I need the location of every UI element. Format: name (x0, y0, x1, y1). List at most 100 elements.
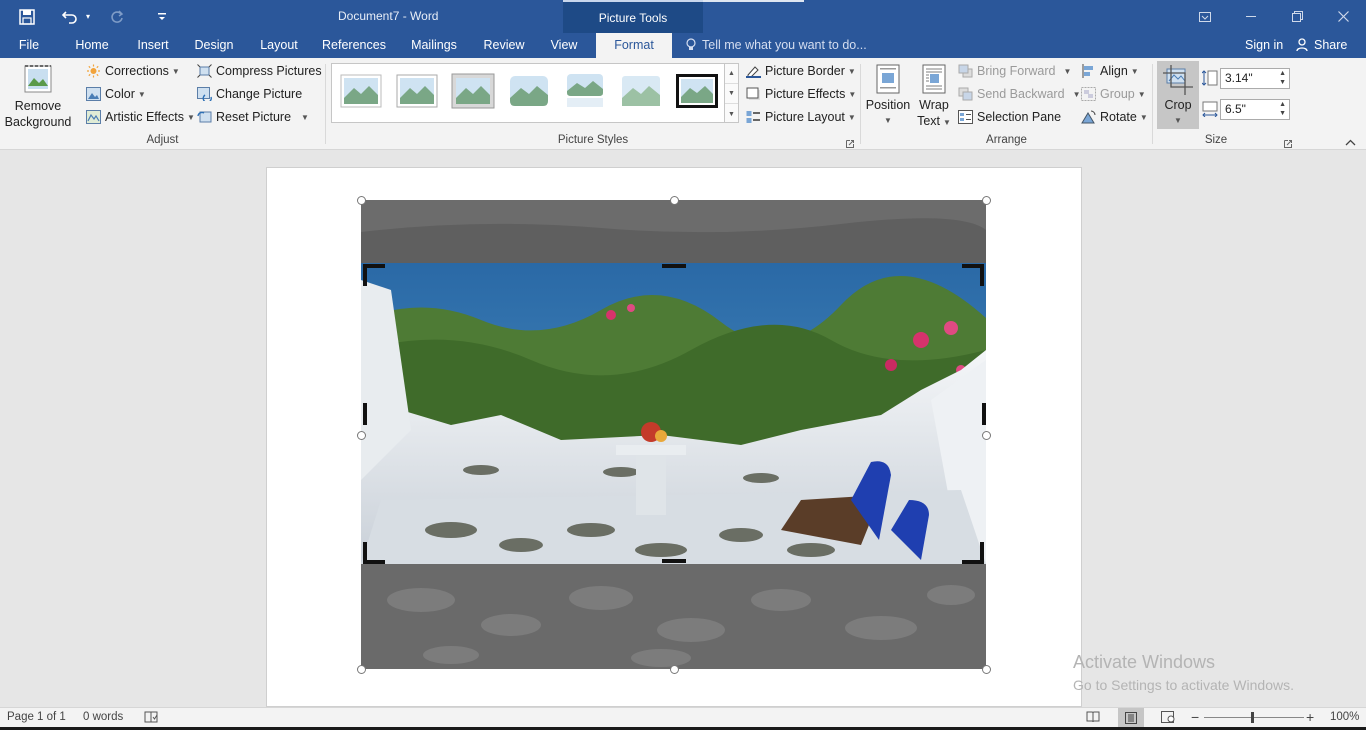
zoom-slider-thumb[interactable] (1251, 712, 1254, 723)
tell-me-box[interactable]: Tell me what you want to do... (686, 33, 867, 58)
size-group-label: Size (1204, 134, 1228, 146)
picture-layout-button[interactable]: Picture Layout ▼ (746, 110, 856, 124)
resize-handle-left[interactable] (357, 431, 366, 440)
crop-handle-top-right[interactable] (962, 264, 984, 286)
resize-handle-top-left[interactable] (357, 196, 366, 205)
reset-picture-label: Reset Picture (216, 110, 292, 124)
proofing-status[interactable] (144, 711, 158, 726)
style-soft-edge[interactable] (619, 73, 663, 109)
sign-in-link[interactable]: Sign in (1245, 33, 1283, 58)
close-button[interactable] (1320, 0, 1366, 33)
picture-border-button[interactable]: Picture Border ▼ (746, 64, 856, 78)
height-spinner[interactable]: ▲ ▼ (1279, 69, 1286, 87)
picture-styles-gallery[interactable] (331, 63, 725, 123)
zoom-in-button[interactable]: + (1306, 709, 1314, 725)
dialog-launcher-icon (846, 140, 854, 148)
page-count[interactable]: Page 1 of 1 (7, 711, 66, 723)
zoom-out-button[interactable]: − (1191, 709, 1199, 725)
gallery-more-button[interactable]: ▼ (725, 104, 738, 124)
shape-height-input[interactable]: 3.14" ▲ ▼ (1220, 68, 1290, 89)
rotate-button[interactable]: Rotate ▼ (1081, 110, 1148, 124)
crop-handle-bottom-right[interactable] (962, 542, 984, 564)
tab-insert[interactable]: Insert (130, 33, 176, 58)
reset-picture-button[interactable]: Reset Picture ▼ (197, 110, 309, 124)
title-bar: ▾ Document7 - Word Picture Tools (0, 0, 1366, 33)
ribbon-display-options-button[interactable] (1182, 0, 1228, 33)
picture-styles-dialog-launcher[interactable] (846, 137, 854, 151)
selection-pane-button[interactable]: Selection Pane (958, 110, 1061, 124)
minimize-button[interactable] (1228, 0, 1274, 33)
resize-handle-bottom-left[interactable] (357, 665, 366, 674)
artistic-effects-button[interactable]: Artistic Effects ▼ (86, 110, 195, 124)
collapse-ribbon-button[interactable] (1345, 135, 1356, 149)
word-count[interactable]: 0 words (83, 711, 123, 723)
align-button[interactable]: Align ▼ (1081, 64, 1139, 78)
gallery-up-button[interactable]: ▲ (725, 64, 738, 84)
tab-references[interactable]: References (318, 33, 390, 58)
save-icon (19, 8, 35, 25)
crop-handle-right[interactable] (982, 403, 986, 425)
share-button[interactable]: Share (1296, 33, 1347, 58)
resize-handle-bottom-right[interactable] (982, 665, 991, 674)
crop-handle-bottom-left[interactable] (363, 542, 385, 564)
send-backward-button[interactable]: Send Backward ▼ (958, 87, 1080, 101)
tab-format[interactable]: Format (596, 33, 672, 58)
position-button[interactable]: Position ▼ (864, 64, 912, 129)
zoom-level[interactable]: 100% (1330, 711, 1359, 723)
restore-button[interactable] (1274, 0, 1320, 33)
width-icon-wrap (1202, 101, 1218, 120)
chevron-up-icon (1345, 139, 1356, 146)
style-reflected[interactable] (563, 73, 607, 109)
crop-handle-top[interactable] (662, 264, 686, 268)
group-button[interactable]: Group ▼ (1081, 87, 1146, 101)
style-thick-black-frame[interactable] (675, 73, 719, 109)
style-metal-frame[interactable] (451, 73, 495, 109)
compress-pictures-button[interactable]: Compress Pictures (197, 64, 322, 78)
resize-handle-right[interactable] (982, 431, 991, 440)
shape-width-value: 6.5" (1225, 102, 1246, 116)
print-layout-icon (1125, 711, 1137, 724)
group-separator (325, 64, 326, 144)
tab-mailings[interactable]: Mailings (404, 33, 464, 58)
change-picture-button[interactable]: Change Picture (197, 87, 302, 101)
undo-button[interactable] (58, 0, 82, 33)
tab-layout[interactable]: Layout (253, 33, 305, 58)
tab-home[interactable]: Home (68, 33, 116, 58)
web-layout-icon (1161, 711, 1175, 723)
print-layout-button[interactable] (1118, 708, 1144, 727)
document-title: Document7 - Word (338, 9, 439, 23)
width-spinner[interactable]: ▲ ▼ (1279, 100, 1286, 118)
send-backward-icon (958, 87, 973, 101)
tab-design[interactable]: Design (188, 33, 240, 58)
remove-background-button[interactable]: Remove Background (4, 64, 72, 130)
picture-effects-button[interactable]: Picture Effects ▼ (746, 87, 856, 101)
web-layout-button[interactable] (1161, 711, 1175, 726)
tab-view[interactable]: View (544, 33, 584, 58)
selected-picture[interactable] (361, 200, 986, 669)
tab-review[interactable]: Review (478, 33, 530, 58)
resize-handle-top-right[interactable] (982, 196, 991, 205)
read-mode-button[interactable] (1086, 711, 1100, 726)
style-simple-frame[interactable] (339, 73, 383, 109)
wrap-text-button[interactable]: Wrap Text ▼ (914, 64, 954, 131)
corrections-button[interactable]: Corrections ▼ (86, 64, 180, 78)
size-dialog-launcher[interactable] (1284, 137, 1292, 151)
zoom-slider[interactable] (1204, 717, 1304, 718)
crop-button[interactable]: Crop ▼ (1157, 61, 1199, 129)
color-button[interactable]: Color ▼ (86, 87, 146, 101)
style-beveled[interactable] (395, 73, 439, 109)
crop-handle-top-left[interactable] (363, 264, 385, 286)
save-button[interactable] (14, 0, 40, 33)
bring-forward-button[interactable]: Bring Forward ▼ (958, 64, 1071, 78)
redo-button[interactable] (106, 0, 128, 33)
crop-handle-left[interactable] (363, 403, 367, 425)
resize-handle-bottom[interactable] (670, 665, 679, 674)
shape-width-input[interactable]: 6.5" ▲ ▼ (1220, 99, 1290, 120)
customize-qat-button[interactable] (154, 0, 170, 33)
gallery-down-button[interactable]: ▼ (725, 84, 738, 104)
undo-dropdown[interactable]: ▾ (82, 0, 94, 33)
tab-file[interactable]: File (8, 33, 50, 58)
style-rounded[interactable] (507, 73, 551, 109)
resize-handle-top[interactable] (670, 196, 679, 205)
crop-handle-bottom[interactable] (662, 559, 686, 563)
